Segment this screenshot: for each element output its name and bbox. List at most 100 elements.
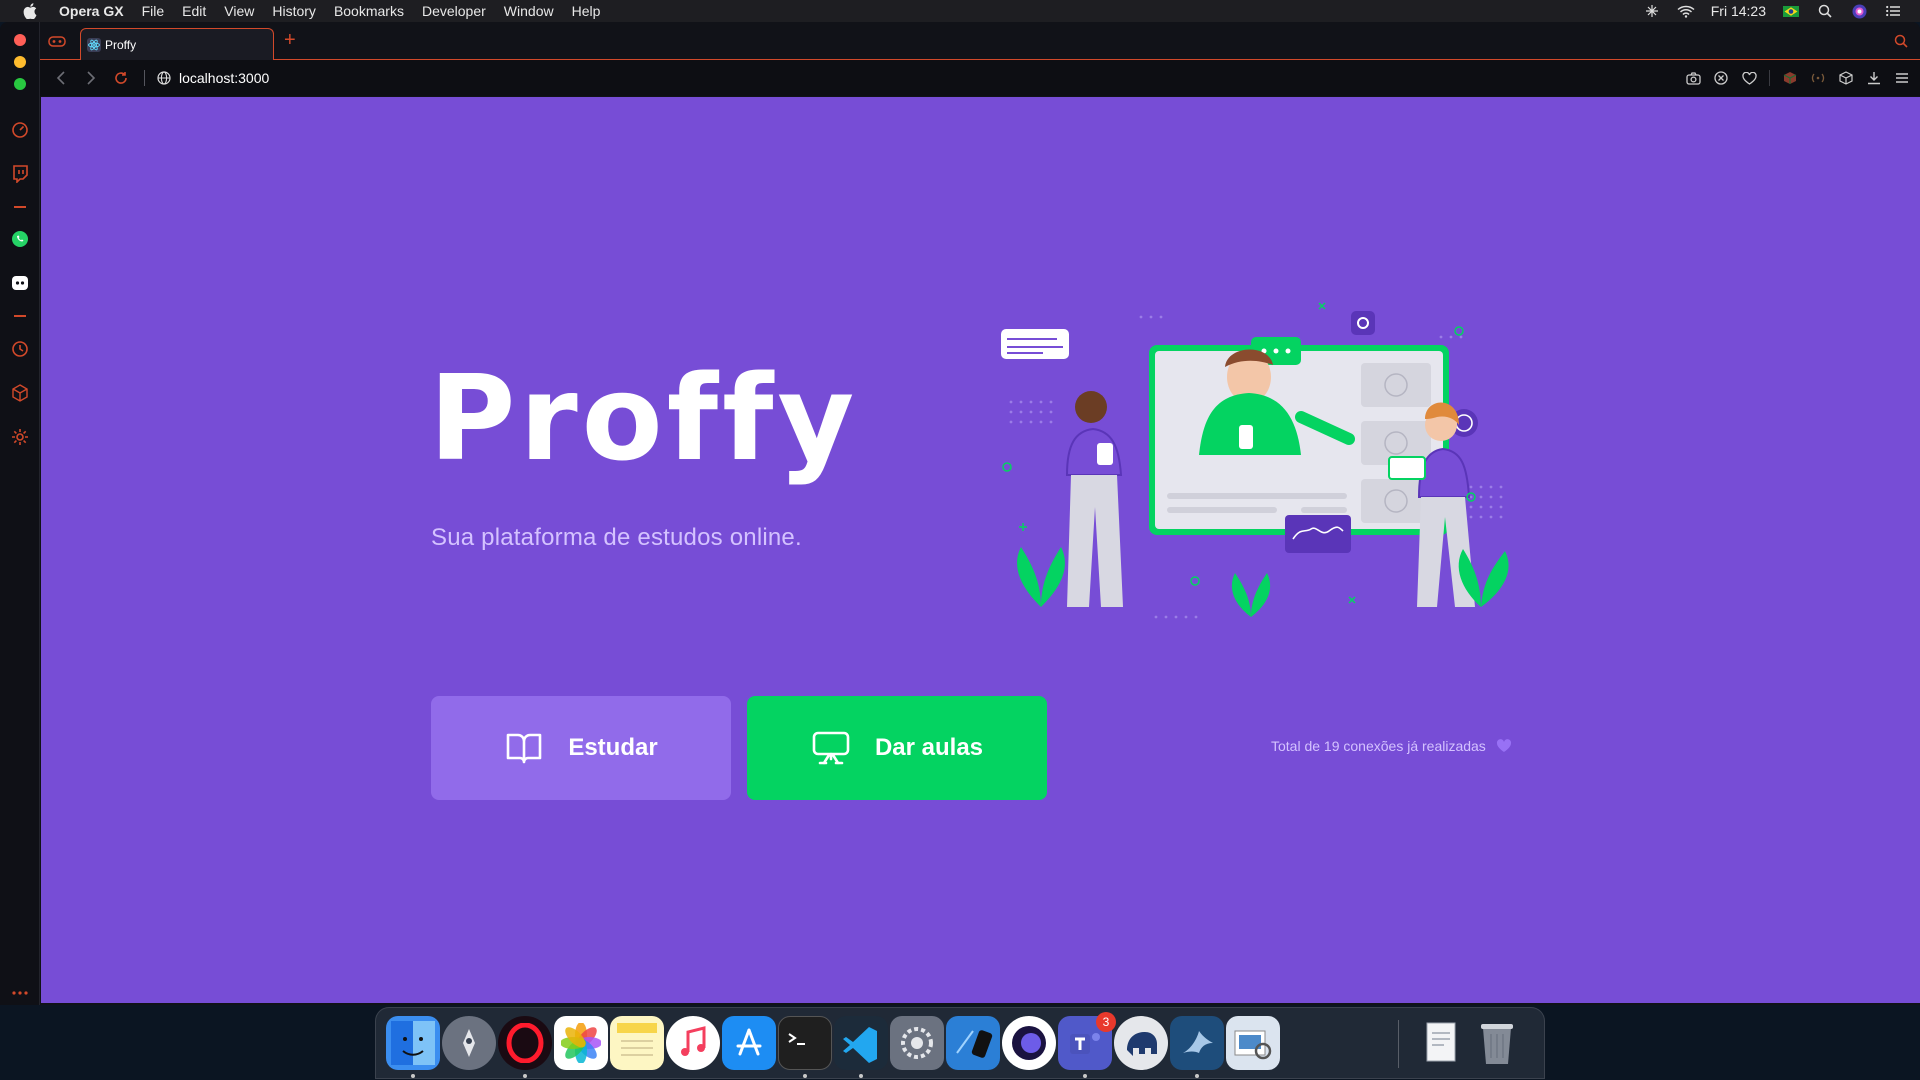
- more-options-icon[interactable]: [9, 982, 31, 1004]
- whatsapp-icon[interactable]: [9, 228, 31, 250]
- brazil-flag-icon[interactable]: [1782, 4, 1800, 18]
- toolbar-divider: [1769, 70, 1770, 86]
- window-minimize-button[interactable]: [14, 56, 26, 68]
- presentation-icon: [811, 728, 851, 768]
- vpn-status-icon[interactable]: [1643, 4, 1661, 18]
- running-indicator: [523, 1074, 527, 1078]
- music-icon[interactable]: [666, 1016, 720, 1070]
- notes-icon[interactable]: [610, 1016, 664, 1070]
- study-button-label: Estudar: [568, 734, 658, 761]
- opera-gx-icon[interactable]: [1002, 1016, 1056, 1070]
- macos-menubar: Opera GX File Edit View History Bookmark…: [0, 0, 1920, 22]
- extension-wireless-icon[interactable]: [1810, 70, 1826, 86]
- running-indicator: [1083, 1074, 1087, 1078]
- logo-text: Proffy: [429, 363, 858, 487]
- mysql-workbench-icon[interactable]: [1170, 1016, 1224, 1070]
- app-store-icon[interactable]: [722, 1016, 776, 1070]
- adblock-icon[interactable]: [1713, 70, 1729, 86]
- gear-badge-icon: [1351, 311, 1375, 335]
- system-preferences-icon[interactable]: [890, 1016, 944, 1070]
- terminal-icon[interactable]: [778, 1016, 832, 1070]
- student-right-pants: [1417, 497, 1475, 607]
- launchpad-icon[interactable]: [442, 1016, 496, 1070]
- menu-help[interactable]: Help: [572, 3, 601, 19]
- macos-dock: 3: [375, 1007, 1545, 1079]
- teams-icon[interactable]: 3: [1058, 1012, 1116, 1070]
- tableplus-icon[interactable]: [1114, 1016, 1168, 1070]
- menu-history[interactable]: History: [272, 3, 316, 19]
- reload-icon[interactable]: [112, 69, 130, 87]
- tab-title: Proffy: [105, 37, 137, 52]
- snapshot-camera-icon[interactable]: [1685, 70, 1701, 86]
- book-icon: [504, 728, 544, 768]
- finder-icon[interactable]: [386, 1016, 440, 1070]
- menu-window[interactable]: Window: [504, 3, 554, 19]
- purple-heart-icon: [1496, 739, 1511, 752]
- bookmark-heart-icon[interactable]: [1741, 70, 1757, 86]
- teach-button[interactable]: Dar aulas: [747, 696, 1047, 800]
- menubar-clock[interactable]: Fri 14:23: [1711, 3, 1766, 19]
- study-button[interactable]: Estudar: [431, 696, 731, 800]
- new-tab-button[interactable]: +: [284, 30, 300, 50]
- settings-gear-icon[interactable]: [9, 426, 31, 448]
- address-bar: localhost:3000: [40, 60, 1920, 96]
- history-clock-icon[interactable]: [9, 338, 31, 360]
- menu-edit[interactable]: Edit: [182, 3, 206, 19]
- browser-window: Proffy + localhost:3000 Proffy Sua plata…: [0, 22, 1920, 1005]
- chart-card-icon: [1285, 515, 1351, 553]
- spotlight-search-icon[interactable]: [1816, 4, 1834, 18]
- siri-icon[interactable]: [1850, 4, 1868, 18]
- globe-icon: [155, 69, 173, 87]
- preview-icon[interactable]: [1226, 1016, 1280, 1070]
- gx-control-icon[interactable]: [9, 119, 31, 141]
- teams-notification-badge: 3: [1096, 1012, 1116, 1032]
- video-thumb: [1361, 363, 1431, 407]
- easy-setup-menu-icon[interactable]: [1894, 70, 1910, 86]
- hero-illustration: [1001, 297, 1521, 637]
- discord-icon[interactable]: [9, 272, 31, 294]
- running-indicator: [1195, 1074, 1199, 1078]
- url-separator: [144, 70, 145, 86]
- progress-line: [1167, 493, 1347, 499]
- extension-box-icon[interactable]: [1782, 70, 1798, 86]
- tab-search-icon[interactable]: [1894, 34, 1910, 50]
- menu-app-name[interactable]: Opera GX: [59, 3, 124, 19]
- simulator-icon[interactable]: [946, 1016, 1000, 1070]
- back-arrow-icon[interactable]: [52, 69, 70, 87]
- extensions-cube-toolbar-icon[interactable]: [1838, 70, 1854, 86]
- window-close-button[interactable]: [14, 34, 26, 46]
- wifi-icon[interactable]: [1677, 4, 1695, 18]
- twitch-icon[interactable]: [9, 163, 31, 185]
- page-viewport: Proffy Sua plataforma de estudos online.: [41, 97, 1920, 1003]
- gx-corner-icon[interactable]: [48, 34, 66, 48]
- apple-logo-icon[interactable]: [20, 3, 40, 19]
- running-indicator: [859, 1074, 863, 1078]
- connections-text: Total de 19 conexões já realizadas: [1271, 738, 1486, 754]
- opera-icon[interactable]: [498, 1016, 552, 1070]
- trash-icon[interactable]: [1470, 1016, 1524, 1070]
- vscode-icon[interactable]: [834, 1016, 888, 1070]
- notification-center-icon[interactable]: [1884, 4, 1902, 18]
- forward-arrow-icon[interactable]: [82, 69, 100, 87]
- extensions-cube-icon[interactable]: [9, 382, 31, 404]
- pdf-document-icon[interactable]: [1414, 1016, 1468, 1070]
- connections-counter: Total de 19 conexões já realizadas: [1271, 738, 1512, 754]
- download-icon[interactable]: [1866, 70, 1882, 86]
- plant-left: [1017, 547, 1065, 607]
- running-indicator: [411, 1074, 415, 1078]
- progress-line: [1301, 507, 1347, 513]
- window-zoom-button[interactable]: [14, 78, 26, 90]
- url-text[interactable]: localhost:3000: [179, 70, 269, 86]
- running-indicator: [803, 1074, 807, 1078]
- plant-center: [1231, 573, 1271, 617]
- photos-icon[interactable]: [554, 1016, 608, 1070]
- sidebar-divider: [14, 315, 26, 317]
- menu-bookmarks[interactable]: Bookmarks: [334, 3, 404, 19]
- menu-developer[interactable]: Developer: [422, 3, 486, 19]
- student-left-head: [1075, 391, 1107, 423]
- menu-view[interactable]: View: [224, 3, 254, 19]
- tab-proffy[interactable]: Proffy: [80, 28, 274, 60]
- progress-line: [1167, 507, 1277, 513]
- menu-file[interactable]: File: [142, 3, 165, 19]
- dock-separator: [1398, 1020, 1399, 1068]
